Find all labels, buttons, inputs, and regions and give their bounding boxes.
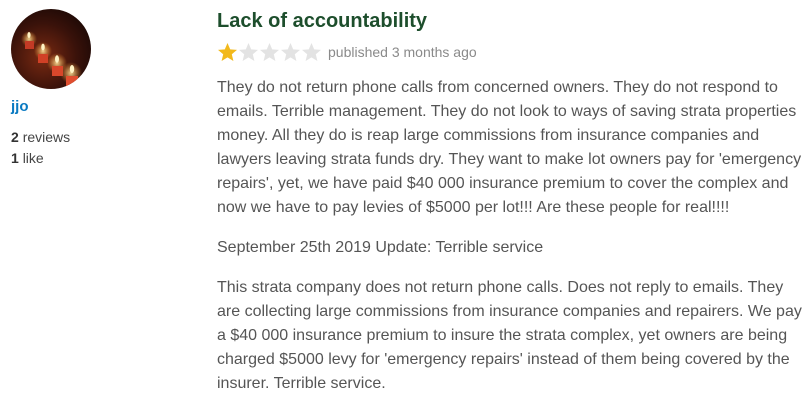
likes-count-line: 1 like bbox=[11, 148, 161, 169]
star-empty-icon bbox=[260, 42, 279, 61]
review-update-heading: September 25th 2019 Update: Terrible ser… bbox=[217, 239, 544, 256]
star-empty-icon bbox=[239, 42, 258, 61]
reviewer-stats: 2 reviews 1 like bbox=[11, 127, 161, 169]
published-date: published 3 months ago bbox=[328, 44, 477, 60]
review-paragraph: This strata company does not return phon… bbox=[217, 279, 802, 392]
likes-count: 1 bbox=[11, 150, 19, 166]
likes-label: like bbox=[22, 150, 44, 166]
review-meta: published 3 months ago bbox=[217, 40, 805, 64]
reviews-count-line: 2 reviews bbox=[11, 127, 161, 148]
reviewer-name-link[interactable]: jjo bbox=[11, 98, 161, 115]
star-empty-icon bbox=[281, 42, 300, 61]
review-title[interactable]: Lack of accountability bbox=[217, 8, 805, 34]
star-filled-icon bbox=[218, 42, 237, 61]
review-card: Lack of accountability published 3 month… bbox=[217, 8, 805, 396]
star-empty-icon bbox=[302, 42, 321, 61]
reviews-label: reviews bbox=[22, 129, 71, 145]
review-body: They do not return phone calls from conc… bbox=[217, 76, 805, 396]
reviews-count: 2 bbox=[11, 129, 19, 145]
reviewer-sidebar: jjo 2 reviews 1 like bbox=[11, 9, 161, 169]
star-rating bbox=[217, 42, 322, 63]
avatar-image bbox=[11, 9, 91, 89]
review-paragraph: They do not return phone calls from conc… bbox=[217, 79, 802, 216]
avatar[interactable] bbox=[11, 9, 91, 89]
